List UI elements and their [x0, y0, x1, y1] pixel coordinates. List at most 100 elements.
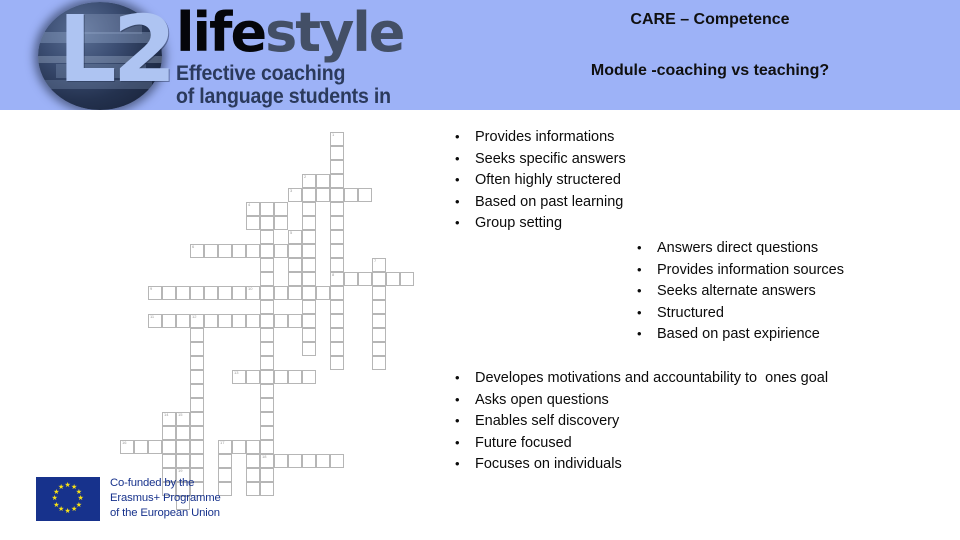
crossword-cell [246, 482, 260, 496]
bullet-icon: • [637, 326, 642, 341]
bullet-icon: • [455, 434, 460, 450]
crossword-cell [288, 258, 302, 272]
crossword-cell [288, 286, 302, 300]
crossword-cell [316, 188, 330, 202]
crossword-cell-number: 19 [178, 468, 183, 473]
crossword-cell [260, 412, 274, 426]
list-item: • Asks open questions [455, 392, 828, 414]
crossword-cell [330, 216, 344, 230]
bullet-icon: • [455, 129, 460, 144]
crossword-cell [274, 454, 288, 468]
crossword-cell [260, 440, 274, 454]
crossword-cell [218, 454, 232, 468]
list-item: • Enables self discovery [455, 413, 828, 435]
list-item: • Group setting [455, 215, 626, 237]
crossword-cell [190, 412, 204, 426]
crossword-cell [204, 314, 218, 328]
crossword-cell: 15 [176, 412, 190, 426]
list-item-label: Future focused [475, 434, 572, 451]
crossword-cell [400, 272, 414, 286]
crossword-cell [148, 440, 162, 454]
crossword-cell-number: 15 [178, 412, 183, 417]
crossword-cell [190, 286, 204, 300]
crossword-cell [302, 370, 316, 384]
crossword-cell [302, 258, 316, 272]
crossword-cell-number: 13 [234, 370, 239, 375]
crossword-cell [162, 314, 176, 328]
crossword-cell [218, 244, 232, 258]
crossword-cell [260, 230, 274, 244]
crossword-cell: 11 [148, 314, 162, 328]
crossword-cell [232, 440, 246, 454]
bullet-icon: • [637, 261, 642, 277]
crossword-cell: 4 [246, 202, 260, 216]
page-title: CARE – Competence [630, 11, 790, 28]
crossword-cell [260, 384, 274, 398]
bullet-icon: • [455, 172, 460, 187]
crossword-cell [246, 468, 260, 482]
crossword-cell [330, 202, 344, 216]
crossword-cell [386, 272, 400, 286]
crossword-cell [176, 440, 190, 454]
crossword-cell [176, 314, 190, 328]
crossword-cell [344, 188, 358, 202]
crossword-cell [246, 370, 260, 384]
list-item-label: Developes motivations and accountability… [475, 370, 829, 386]
eu-text-line-1: Co-funded by the [110, 477, 195, 489]
crossword-cell: 13 [232, 370, 246, 384]
crossword-cell [316, 286, 330, 300]
crossword-cell [190, 426, 204, 440]
crossword-cell [190, 370, 204, 384]
crossword-cell [316, 174, 330, 188]
crossword-cell: 9 [148, 286, 162, 300]
crossword-cell [260, 286, 274, 300]
crossword-cell [302, 454, 316, 468]
crossword-cell-number: 2 [304, 174, 307, 179]
crossword-cell [134, 440, 148, 454]
crossword-cell-number: 17 [220, 440, 225, 445]
crossword-cell [162, 286, 176, 300]
crossword-cell [330, 300, 344, 314]
crossword-cell [246, 440, 260, 454]
crossword-cell [344, 272, 358, 286]
crossword-cell [190, 398, 204, 412]
bullet-icon: • [455, 193, 460, 209]
crossword-cell [302, 202, 316, 216]
crossword-cell-number: 9 [150, 286, 153, 291]
coaching-bullet-list: • Developes motivations and accountabilit… [455, 370, 828, 478]
crossword-cell [330, 342, 344, 356]
list-item-label: Seeks specific answers [475, 150, 626, 167]
crossword-cell [190, 440, 204, 454]
crossword-cell [176, 286, 190, 300]
list-item-label: Based on past expirience [657, 326, 820, 342]
crossword-cell: 16 [120, 440, 134, 454]
crossword-cell [330, 258, 344, 272]
list-item: • Answers direct questions [637, 240, 844, 262]
crossword-cell [288, 244, 302, 258]
list-item: • Structured [637, 305, 844, 327]
list-item: • Seeks alternate answers [637, 283, 844, 305]
crossword-cell-number: 10 [248, 286, 253, 291]
crossword-cell [260, 216, 274, 230]
slide-header-band: L2 lifestyle Effective coaching of langu… [0, 0, 960, 110]
crossword-cell [274, 216, 288, 230]
crossword-cell [372, 356, 386, 370]
crossword-cell [260, 342, 274, 356]
crossword-cell-number: 5 [290, 230, 293, 235]
crossword-cell [302, 286, 316, 300]
crossword-cell-number: 12 [192, 314, 197, 319]
crossword-cell [372, 314, 386, 328]
bullet-icon: • [455, 456, 460, 471]
bullet-icon: • [455, 215, 460, 230]
crossword-cell [330, 286, 344, 300]
crossword-cell [260, 468, 274, 482]
crossword-cell [260, 258, 274, 272]
crossword-cell-number: 1 [332, 132, 335, 137]
crossword-cell [288, 314, 302, 328]
crossword-cell [260, 356, 274, 370]
crossword-cell [260, 370, 274, 384]
crossword-cell: 10 [246, 286, 260, 300]
crossword-cell [302, 314, 316, 328]
crossword-cell [330, 174, 344, 188]
eu-text-line-3: of the European Union [110, 507, 220, 520]
